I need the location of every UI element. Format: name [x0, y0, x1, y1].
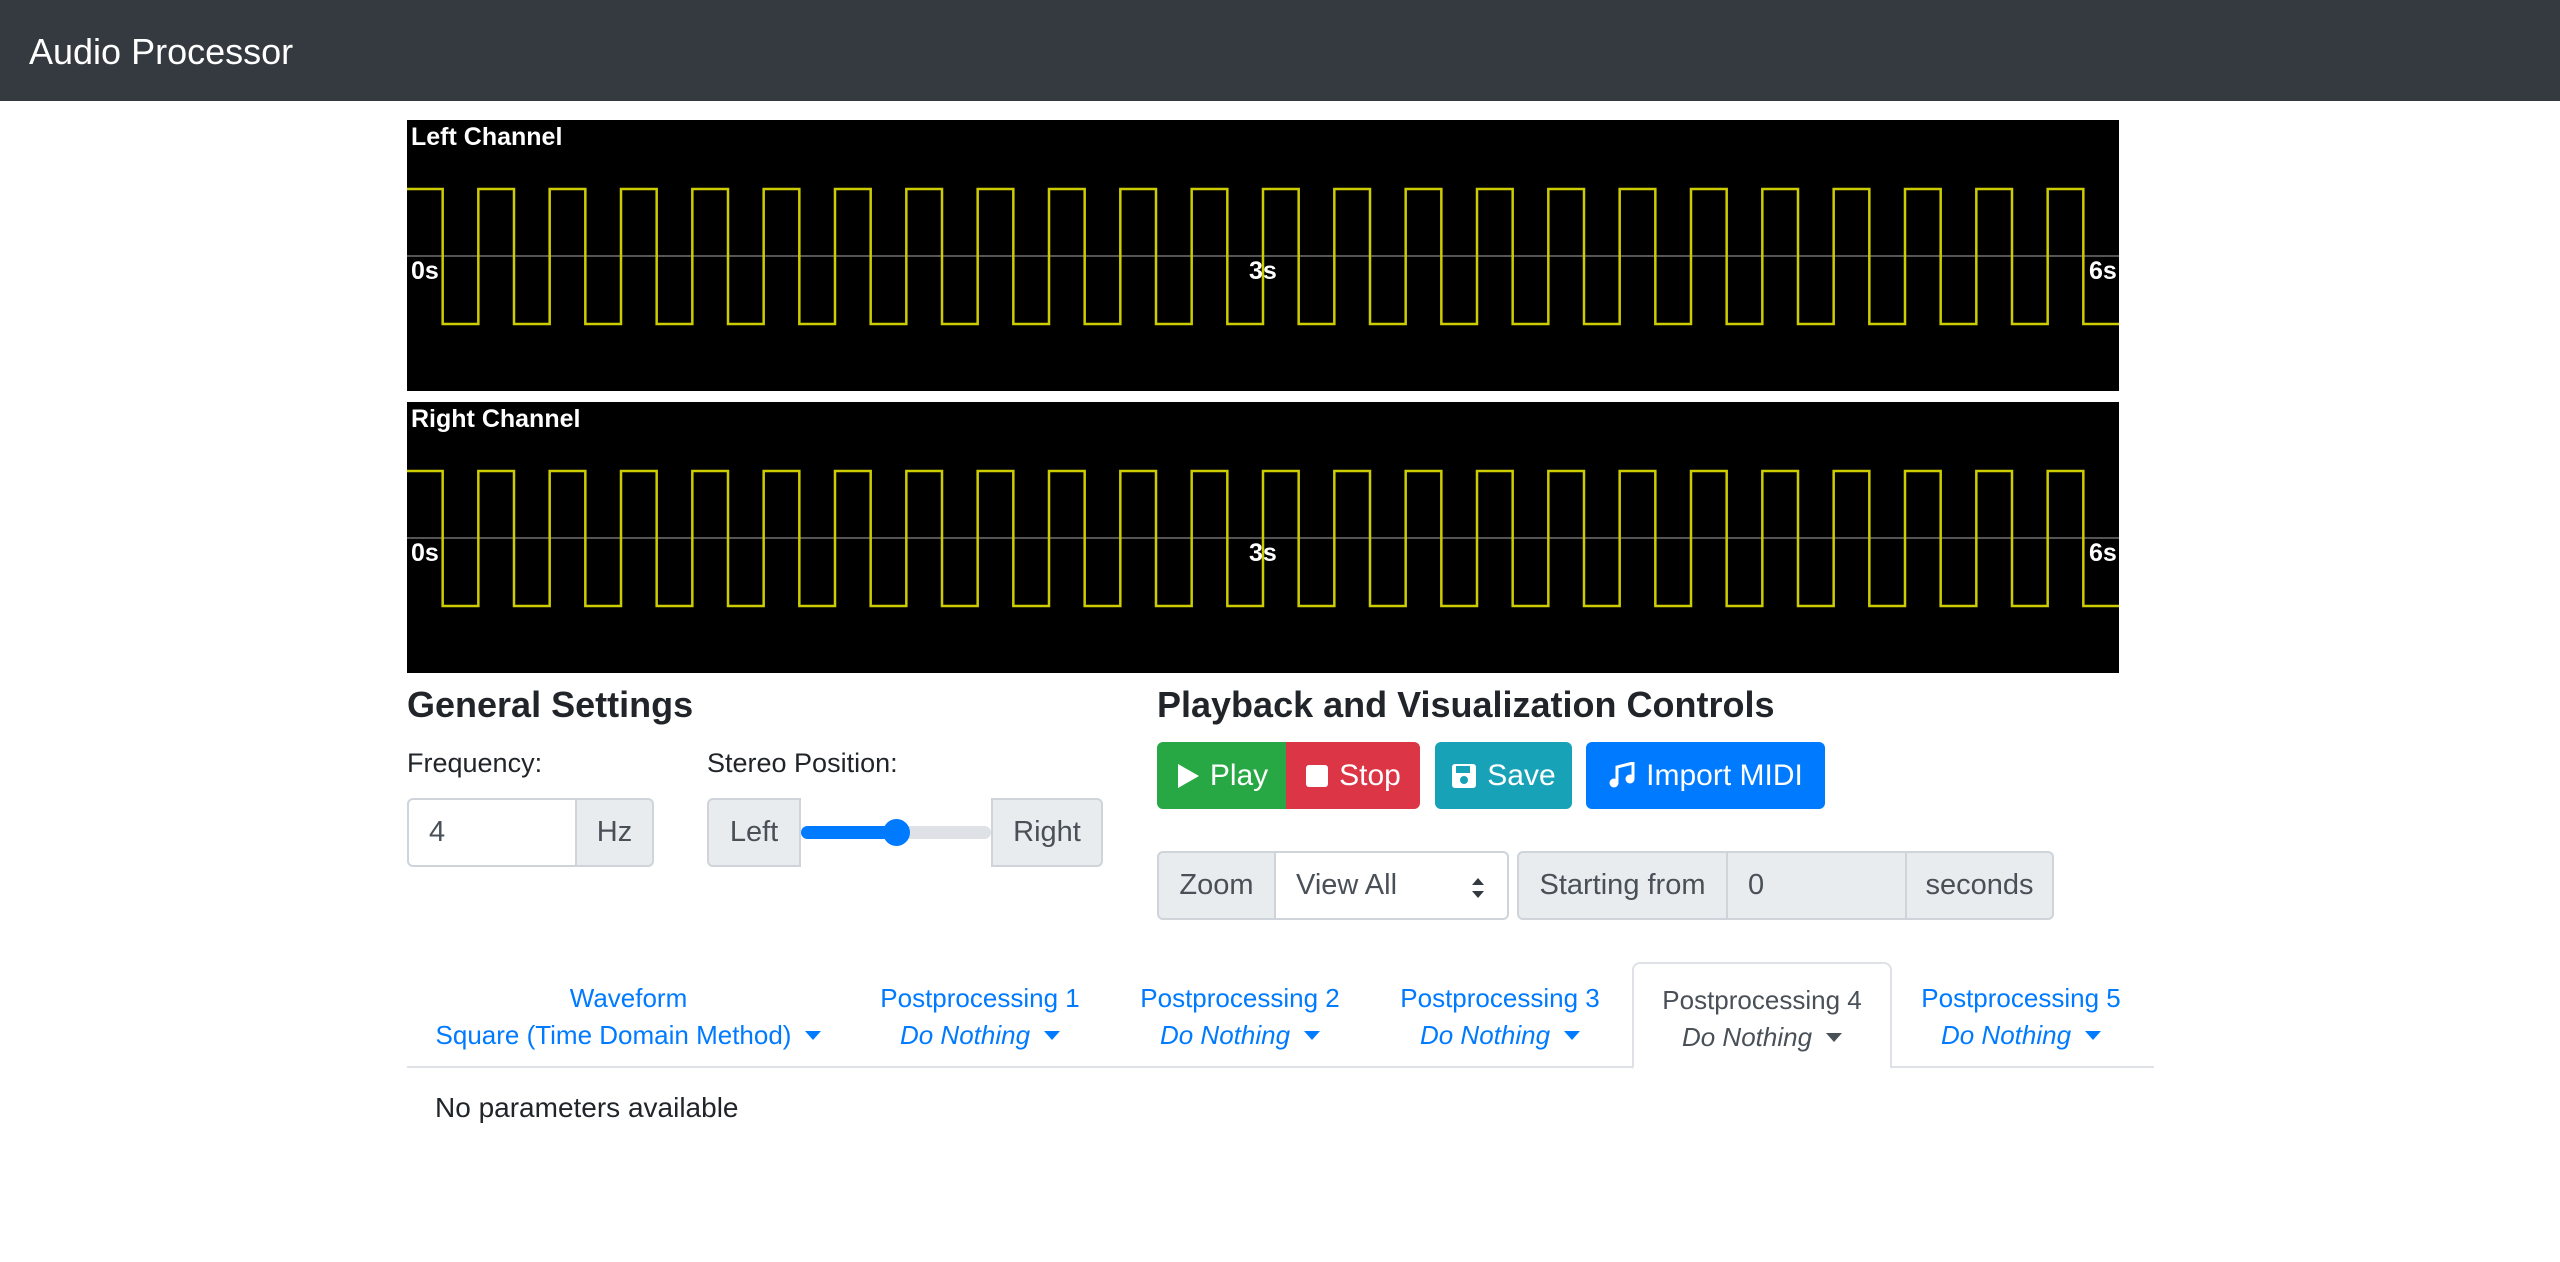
- left-channel-scope: Left Channel 0s 3s 6s: [407, 120, 2119, 391]
- tab-value: Do Nothing: [1940, 1020, 2072, 1050]
- tab-postprocessing-4[interactable]: Postprocessing 4 Do Nothing: [1632, 962, 1892, 1069]
- stereo-slider[interactable]: [801, 798, 991, 867]
- tab-dropdown[interactable]: Do Nothing: [1127, 1015, 1353, 1055]
- stereo-right-label: Right: [991, 798, 1103, 867]
- starting-from-group: Starting from 0 seconds: [1517, 851, 2054, 920]
- tab-dropdown[interactable]: Do Nothing: [1387, 1015, 1613, 1055]
- right-channel-scope: Right Channel 0s 3s 6s: [407, 402, 2119, 673]
- stop-button[interactable]: Stop: [1286, 742, 1420, 809]
- navbar: Audio Processor: [0, 0, 2560, 101]
- scope-tick-mid: 3s: [1249, 257, 1277, 285]
- stop-label: Stop: [1339, 758, 1401, 792]
- tab-title: Postprocessing 1: [880, 983, 1080, 1013]
- frequency-label: Frequency:: [407, 748, 543, 778]
- play-label: Play: [1209, 758, 1269, 792]
- tab-postprocessing-2[interactable]: Postprocessing 2 Do Nothing: [1127, 962, 1353, 1066]
- zoom-select-value: View All: [1296, 869, 1398, 901]
- tab-title: Postprocessing 3: [1400, 983, 1600, 1013]
- stop-icon: [1305, 764, 1329, 788]
- stereo-left-label: Left: [707, 798, 801, 867]
- tab-dropdown[interactable]: Do Nothing: [1908, 1015, 2134, 1055]
- left-channel-label: Left Channel: [411, 123, 563, 151]
- play-button[interactable]: Play: [1157, 742, 1287, 809]
- tab-dropdown[interactable]: Square (Time Domain Method): [407, 1015, 850, 1055]
- caret-down-icon: [1826, 1032, 1843, 1042]
- frequency-input-group: 4 Hz: [407, 798, 654, 867]
- tab-title: Waveform: [569, 983, 688, 1013]
- zoom-select[interactable]: View All: [1276, 851, 1509, 920]
- caret-down-icon: [1564, 1030, 1581, 1040]
- caret-down-icon: [805, 1030, 822, 1040]
- tab-title: Postprocessing 4: [1662, 985, 1862, 1015]
- caret-down-icon: [2085, 1030, 2102, 1040]
- tab-value: Do Nothing: [1159, 1020, 1291, 1050]
- tab-value: Do Nothing: [899, 1020, 1031, 1050]
- tab-postprocessing-3[interactable]: Postprocessing 3 Do Nothing: [1387, 962, 1613, 1066]
- scope-tick-end: 6s: [2089, 539, 2117, 567]
- caret-down-icon: [1304, 1030, 1321, 1040]
- scope-tick-start: 0s: [411, 539, 439, 567]
- save-label: Save: [1487, 758, 1556, 792]
- play-icon: [1176, 763, 1200, 789]
- slider-thumb[interactable]: [882, 819, 910, 846]
- tab-title: Postprocessing 2: [1140, 983, 1340, 1013]
- tab-value: Do Nothing: [1419, 1020, 1551, 1050]
- frequency-unit: Hz: [577, 798, 654, 867]
- right-channel-label: Right Channel: [411, 405, 581, 433]
- stereo-position-label: Stereo Position:: [707, 748, 898, 778]
- import-midi-label: Import MIDI: [1646, 758, 1803, 792]
- tab-value: Square (Time Domain Method): [435, 1020, 792, 1050]
- zoom-label: Zoom: [1157, 851, 1276, 920]
- caret-down-icon: [1044, 1030, 1061, 1040]
- zoom-group: Zoom View All: [1157, 851, 1509, 920]
- playback-controls-heading: Playback and Visualization Controls: [1157, 684, 1775, 725]
- tab-dropdown[interactable]: Do Nothing: [867, 1015, 1093, 1055]
- save-icon: [1451, 763, 1477, 789]
- music-note-icon: [1608, 761, 1636, 790]
- starting-from-input[interactable]: 0: [1728, 851, 1907, 920]
- tab-waveform[interactable]: Waveform Square (Time Domain Method): [407, 962, 850, 1066]
- scope-tick-end: 6s: [2089, 257, 2117, 285]
- slider-fill: [801, 826, 896, 839]
- tab-value: Do Nothing: [1681, 1022, 1813, 1052]
- tab-postprocessing-5[interactable]: Postprocessing 5 Do Nothing: [1908, 962, 2134, 1066]
- no-parameters-message: No parameters available: [435, 1092, 739, 1123]
- select-arrows-icon: [1471, 875, 1485, 908]
- stereo-position-group: Left Right: [707, 798, 1103, 867]
- starting-from-label: Starting from: [1517, 851, 1728, 920]
- general-settings-heading: General Settings: [407, 684, 694, 725]
- app-title[interactable]: Audio Processor: [29, 30, 293, 74]
- tab-dropdown[interactable]: Do Nothing: [1634, 1017, 1890, 1057]
- left-channel-waveform: [407, 187, 2119, 326]
- right-channel-waveform: [407, 469, 2119, 608]
- scope-tick-mid: 3s: [1249, 539, 1277, 567]
- frequency-input[interactable]: 4: [407, 798, 577, 867]
- tab-postprocessing-1[interactable]: Postprocessing 1 Do Nothing: [867, 962, 1093, 1066]
- tab-title: Postprocessing 5: [1921, 983, 2121, 1013]
- scope-tick-start: 0s: [411, 257, 439, 285]
- import-midi-button[interactable]: Import MIDI: [1586, 742, 1825, 809]
- seconds-label: seconds: [1907, 851, 2054, 920]
- save-button[interactable]: Save: [1435, 742, 1572, 809]
